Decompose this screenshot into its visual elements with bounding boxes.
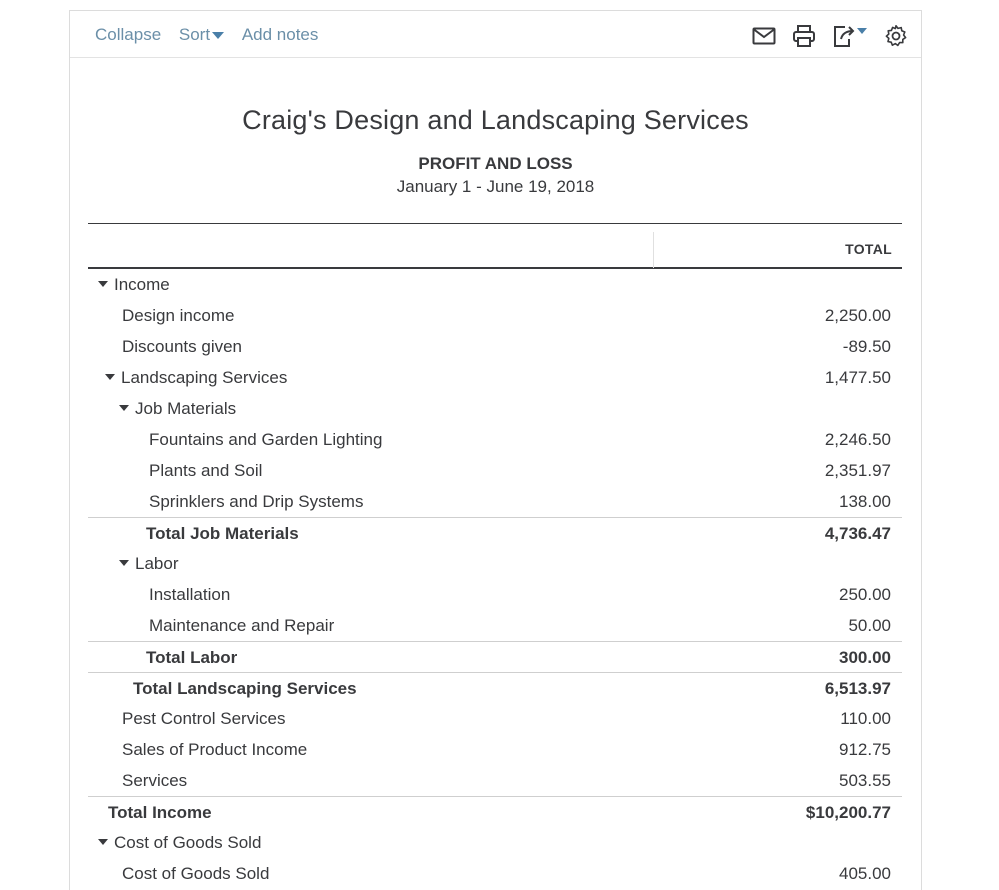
row-value[interactable]: 138.00 [839, 492, 891, 512]
column-header-total[interactable]: TOTAL [845, 241, 892, 257]
print-icon[interactable] [791, 23, 817, 49]
collapse-triangle-icon[interactable] [98, 838, 108, 845]
row-label: Discounts given [122, 337, 243, 356]
row-label: Job Materials [135, 399, 237, 418]
report-table: TOTAL Income Design income 2,250.00 Disc… [88, 223, 902, 889]
total-row[interactable]: Total Income $10,200.77 [88, 796, 902, 827]
table-row[interactable]: Maintenance and Repair 50.00 [88, 610, 902, 641]
row-value[interactable]: 405.00 [839, 864, 891, 884]
report-title[interactable]: PROFIT AND LOSS [70, 154, 921, 174]
row-label: Cost of Goods Sold [122, 864, 270, 883]
row-value[interactable]: 250.00 [839, 585, 891, 605]
settings-icon[interactable] [883, 23, 909, 49]
collapse-link[interactable]: Collapse [95, 25, 161, 45]
report-panel: Collapse Sort Add notes Craig's Design a… [69, 10, 922, 890]
header-blank-cell [88, 224, 654, 267]
table-row[interactable]: Design income 2,250.00 [88, 300, 902, 331]
row-value[interactable]: 912.75 [839, 740, 891, 760]
row-value[interactable]: 300.00 [839, 648, 891, 668]
row-value[interactable]: 503.55 [839, 771, 891, 791]
row-label: Installation [149, 585, 231, 604]
row-value[interactable]: 2,246.50 [825, 430, 891, 450]
row-label: Labor [135, 554, 179, 573]
row-value[interactable]: 4,736.47 [825, 524, 891, 544]
table-header: TOTAL [88, 223, 902, 269]
table-row[interactable]: Pest Control Services 110.00 [88, 703, 902, 734]
row-value[interactable]: $10,200.77 [806, 803, 891, 823]
section-row-job-materials[interactable]: Job Materials [88, 393, 902, 424]
table-row[interactable]: Installation 250.00 [88, 579, 902, 610]
export-icon[interactable] [831, 23, 869, 49]
table-row[interactable]: Discounts given -89.50 [88, 331, 902, 362]
table-row[interactable]: Plants and Soil 2,351.97 [88, 455, 902, 486]
collapse-triangle-icon[interactable] [119, 404, 129, 411]
row-label: Services [122, 771, 188, 790]
row-label: Plants and Soil [149, 461, 263, 480]
row-label: Total Landscaping Services [133, 679, 357, 698]
toolbar-icons [737, 23, 909, 49]
add-notes-link[interactable]: Add notes [242, 25, 319, 45]
collapse-triangle-icon[interactable] [119, 559, 129, 566]
row-label: Total Job Materials [146, 524, 299, 543]
collapse-triangle-icon[interactable] [105, 373, 115, 380]
report-date-range[interactable]: January 1 - June 19, 2018 [70, 177, 921, 197]
table-row[interactable]: Cost of Goods Sold 405.00 [88, 858, 902, 889]
row-label: Sales of Product Income [122, 740, 308, 759]
row-value[interactable]: -89.50 [843, 337, 891, 357]
table-row[interactable]: Sprinklers and Drip Systems 138.00 [88, 486, 902, 517]
table-row[interactable]: Sales of Product Income 912.75 [88, 734, 902, 765]
sort-label: Sort [178, 25, 211, 44]
toolbar-links: Collapse Sort Add notes [95, 25, 331, 45]
row-label: Income [114, 275, 170, 294]
row-label: Landscaping Services [121, 368, 288, 387]
row-label: Design income [122, 306, 235, 325]
report-toolbar: Collapse Sort Add notes [70, 11, 921, 58]
section-row-income[interactable]: Income [88, 269, 902, 300]
total-row[interactable]: Total Job Materials 4,736.47 [88, 517, 902, 548]
company-name[interactable]: Craig's Design and Landscaping Services [70, 105, 921, 136]
total-row[interactable]: Total Landscaping Services 6,513.97 [88, 672, 902, 703]
row-value[interactable]: 2,250.00 [825, 306, 891, 326]
table-row[interactable]: Fountains and Garden Lighting 2,246.50 [88, 424, 902, 455]
collapse-triangle-icon[interactable] [98, 280, 108, 287]
sort-dropdown[interactable]: Sort [178, 25, 225, 45]
chevron-down-icon [212, 32, 225, 40]
row-label: Fountains and Garden Lighting [149, 430, 383, 449]
column-divider [653, 232, 654, 268]
section-row-landscaping[interactable]: Landscaping Services 1,477.50 [88, 362, 902, 393]
row-label: Sprinklers and Drip Systems [149, 492, 364, 511]
row-value[interactable]: 6,513.97 [825, 679, 891, 699]
row-label: Maintenance and Repair [149, 616, 335, 635]
row-label: Cost of Goods Sold [114, 833, 262, 852]
row-value[interactable]: 1,477.50 [825, 368, 891, 388]
section-row-labor[interactable]: Labor [88, 548, 902, 579]
section-row-cogs[interactable]: Cost of Goods Sold [88, 827, 902, 858]
table-row[interactable]: Services 503.55 [88, 765, 902, 796]
row-label: Pest Control Services [122, 709, 286, 728]
email-icon[interactable] [751, 23, 777, 49]
total-row[interactable]: Total Labor 300.00 [88, 641, 902, 672]
row-label: Total Labor [146, 648, 238, 667]
report-header: Craig's Design and Landscaping Services … [70, 105, 921, 197]
row-label: Total Income [108, 803, 212, 822]
row-value[interactable]: 110.00 [840, 709, 891, 729]
row-value[interactable]: 50.00 [848, 616, 891, 636]
row-value[interactable]: 2,351.97 [825, 461, 891, 481]
